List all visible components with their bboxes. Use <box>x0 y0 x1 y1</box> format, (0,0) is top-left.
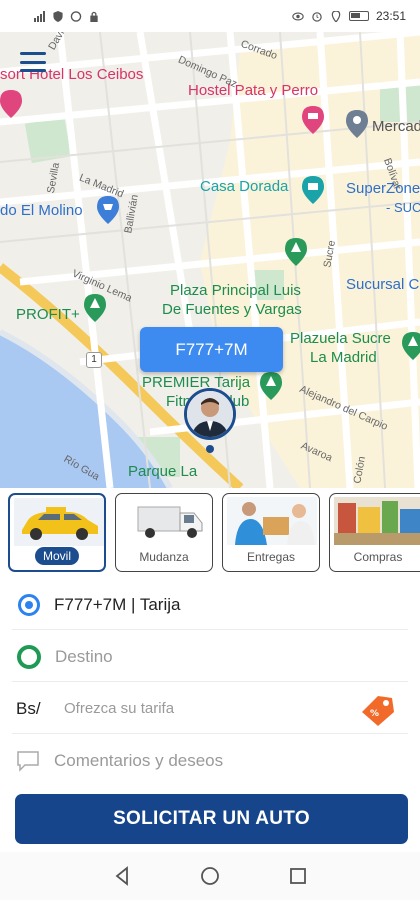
place-label: PREMIER Tarija <box>142 374 251 391</box>
fare-input[interactable]: Ofrezca su tarifa <box>64 700 174 717</box>
battery-icon <box>348 11 369 21</box>
place-label: Plazuela Sucre <box>290 330 391 347</box>
shield-icon <box>53 10 63 22</box>
destination-row[interactable]: Destino <box>12 632 408 682</box>
status-left-icons <box>34 10 100 22</box>
place-label: Plaza Principal Luis <box>170 282 301 299</box>
delivery-icon <box>227 497 317 545</box>
hotel-pin-icon[interactable] <box>0 90 22 118</box>
currency-label: Bs/ <box>16 698 41 718</box>
map-view[interactable]: Davi Corrado Domingo Paz La Madrid Sevil… <box>0 32 420 488</box>
service-label: Compras <box>353 550 403 564</box>
whatsapp-icon <box>70 10 82 22</box>
origin-dot-icon <box>18 593 40 616</box>
alarm-icon <box>312 11 322 22</box>
status-time: 23:51 <box>375 9 406 23</box>
place-label: - SUC <box>386 200 420 215</box>
place-label: Hostel Pata y Perro <box>188 82 319 99</box>
place-label: De Fuentes y Vargas <box>162 301 302 318</box>
location-icon <box>331 10 341 22</box>
destination-dot-icon <box>17 644 41 669</box>
menu-bar-3 <box>20 69 46 72</box>
recents-icon[interactable] <box>286 864 310 888</box>
shop-pin-icon[interactable] <box>97 196 119 224</box>
place-label: SuperZone <box>346 180 420 197</box>
avatar-location-dot <box>206 445 214 453</box>
place-label: do El Molino <box>0 202 83 219</box>
plaza-pin-icon[interactable] <box>402 332 420 360</box>
service-card-mudanza[interactable]: Mudanza <box>115 493 213 572</box>
place-label: Casa Dorada <box>200 178 289 195</box>
location-bubble[interactable]: F777+7M <box>140 327 283 372</box>
museum-pin-icon[interactable] <box>302 176 324 204</box>
comment-icon <box>17 751 39 772</box>
service-label: Movil <box>34 547 80 565</box>
service-selector: Movil Mudanza Entregas Compras <box>0 488 420 576</box>
eye-icon <box>292 12 304 20</box>
origin-value: F777+7M | Tarija <box>54 594 181 614</box>
signal-icon <box>34 10 45 22</box>
request-car-button[interactable]: SOLICITAR UN AUTO <box>15 794 408 844</box>
menu-button[interactable] <box>20 52 46 72</box>
comments-row[interactable]: Comentarios y deseos <box>12 736 408 786</box>
market-pin-icon[interactable] <box>346 110 368 138</box>
menu-bar-2 <box>20 60 46 64</box>
driver-avatar-marker[interactable] <box>184 388 236 440</box>
service-label: Entregas <box>246 550 296 564</box>
menu-bar-1 <box>20 52 46 55</box>
back-icon[interactable] <box>110 864 134 888</box>
lock-icon <box>90 11 98 22</box>
truck-icon <box>120 497 210 545</box>
place-label: Mercad <box>372 118 420 135</box>
taxi-icon <box>14 498 104 546</box>
service-card-entregas[interactable]: Entregas <box>222 493 320 572</box>
place-label: La Madrid <box>310 349 377 366</box>
route-shield: 1 <box>86 352 102 368</box>
place-label: PROFIT+ <box>16 306 80 323</box>
price-tag-icon: % <box>362 696 394 726</box>
groceries-icon <box>334 497 420 545</box>
place-label: Sucursal C <box>346 276 420 293</box>
hostel-pin-icon[interactable] <box>302 106 324 134</box>
status-bar: 23:51 <box>0 0 420 32</box>
place-label: Parque La <box>128 463 198 480</box>
status-right-icons: 23:51 <box>292 9 406 23</box>
park-pin-icon[interactable] <box>285 238 307 266</box>
svg-text:%: % <box>370 709 379 719</box>
service-card-compras[interactable]: Compras <box>329 493 420 572</box>
comments-input[interactable]: Comentarios y deseos <box>54 751 223 771</box>
fare-row[interactable]: Bs/ Ofrezca su tarifa % <box>12 684 408 734</box>
home-icon[interactable] <box>198 864 222 888</box>
avatar-image <box>187 391 233 437</box>
destination-input[interactable]: Destino <box>55 647 113 667</box>
fitness-pin-icon[interactable] <box>260 372 282 400</box>
service-card-movil[interactable]: Movil <box>8 493 106 572</box>
origin-row[interactable]: F777+7M | Tarija <box>12 580 408 630</box>
gym-pin-icon[interactable] <box>84 294 106 322</box>
service-label: Mudanza <box>139 550 189 564</box>
system-nav-bar <box>0 852 420 900</box>
